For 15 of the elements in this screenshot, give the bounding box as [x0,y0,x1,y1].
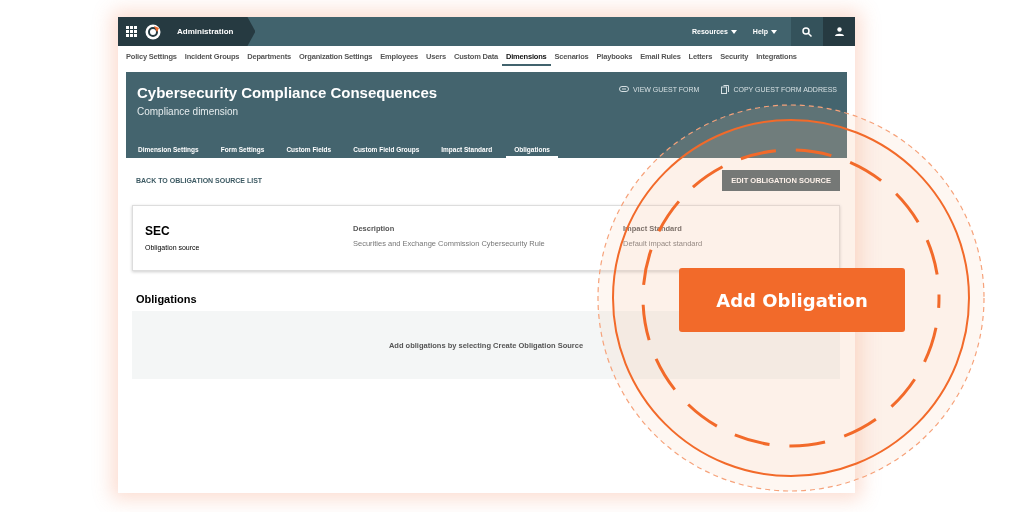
person-icon [834,27,844,36]
copy-icon [721,84,730,94]
section-heading: Obligations [136,293,197,305]
caret-icon [771,29,777,34]
app-title: Administration [177,27,234,36]
dimension-title: Cybersecurity Compliance Consequences [137,84,438,101]
grid-icon[interactable] [126,26,137,37]
source-name: SEC [145,224,171,238]
logo-icon [145,23,161,40]
dimension-subtitle: Compliance dimension [137,106,240,117]
user-button[interactable] [823,17,855,46]
caret-icon [730,29,737,34]
search-button[interactable] [791,17,823,46]
search-icon [802,26,812,37]
link-icon [619,86,629,92]
